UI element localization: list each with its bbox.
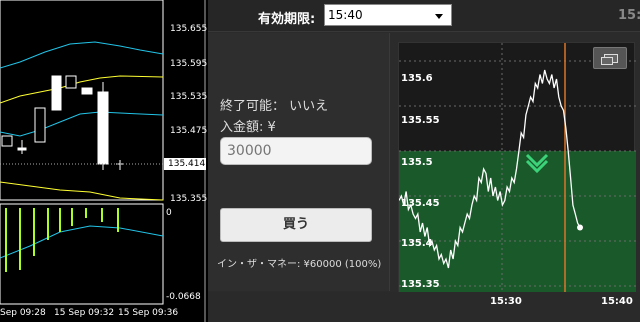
in-the-money-text: イン・ザ・マネー: ¥60000 (100%) xyxy=(217,259,382,270)
expiry-value: 15:40 xyxy=(328,8,363,22)
expiry-label: 有効期限: xyxy=(258,12,316,27)
indicator-label: 0 xyxy=(166,208,172,218)
candle xyxy=(81,87,93,95)
candle xyxy=(34,107,46,143)
buy-button[interactable]: 買う xyxy=(220,208,372,242)
y-axis-label: 135.35 xyxy=(401,279,440,290)
close-status-text: 終了可能： いいえ xyxy=(220,99,329,114)
top-bar: 有効期限: 15:40 15:3 xyxy=(208,0,640,32)
indicator-band-line xyxy=(0,225,164,259)
y-axis-label: 135.6 xyxy=(401,73,433,84)
current-price-badge: 135.414 xyxy=(164,158,206,170)
order-form: 終了可能： いいえ 入金額: ¥ 買う イン・ザ・マネー: ¥60000 (10… xyxy=(208,33,390,291)
main-frame xyxy=(0,0,164,201)
time-axis-strip: 15:30 15:40 xyxy=(208,292,640,322)
price-label: 135.355 xyxy=(170,194,208,204)
y-axis-label: 135.45 xyxy=(401,198,440,209)
trade-panel: 有効期限: 15:40 15:3 終了可能： いいえ 入金額: ¥ 買う イン・… xyxy=(208,0,640,322)
candle xyxy=(65,75,77,89)
y-axis-label: 135.4 xyxy=(401,238,433,249)
indicator-label: -0.0668 xyxy=(166,292,201,302)
price-label: 135.535 xyxy=(170,92,208,102)
y-axis-label: 135.55 xyxy=(401,115,440,126)
indicator-ma-line xyxy=(0,181,164,201)
x-axis-label: 15:30 xyxy=(490,296,522,307)
time-label: 15 Sep 09:36 xyxy=(118,308,179,318)
y-axis-label: 135.5 xyxy=(401,157,433,168)
candle xyxy=(1,135,13,147)
lower-band-line xyxy=(0,111,164,137)
candle xyxy=(17,147,27,151)
x-axis-label: 15:40 xyxy=(601,296,633,307)
mt-chart-panel: 135.655 135.595 135.535 135.475 135.414 … xyxy=(0,0,208,322)
chevron-down-icon xyxy=(435,14,443,19)
upper-band-line xyxy=(0,41,164,69)
price-chart: 135.6 135.55 135.5 135.45 135.4 135.35 xyxy=(398,42,636,295)
histogram-group xyxy=(5,208,119,272)
expiry-select[interactable]: 15:40 xyxy=(324,4,452,26)
expand-icon[interactable] xyxy=(593,47,627,69)
current-price-point xyxy=(577,224,583,231)
price-label: 135.595 xyxy=(170,59,208,69)
price-chart-svg xyxy=(399,43,636,295)
time-label: 15 Sep 09:32 xyxy=(54,308,115,318)
indicator-frame xyxy=(0,203,164,305)
in-money-zone xyxy=(399,151,636,295)
candle-group xyxy=(1,75,124,170)
time-label: Sep 09:28 xyxy=(0,308,46,318)
amount-input[interactable] xyxy=(220,137,372,165)
price-label: 135.475 xyxy=(170,126,208,136)
price-label: 135.655 xyxy=(170,24,208,34)
candle xyxy=(51,75,62,111)
amount-label: 入金額: ¥ xyxy=(220,120,276,135)
corner-time: 15:3 xyxy=(618,8,640,23)
